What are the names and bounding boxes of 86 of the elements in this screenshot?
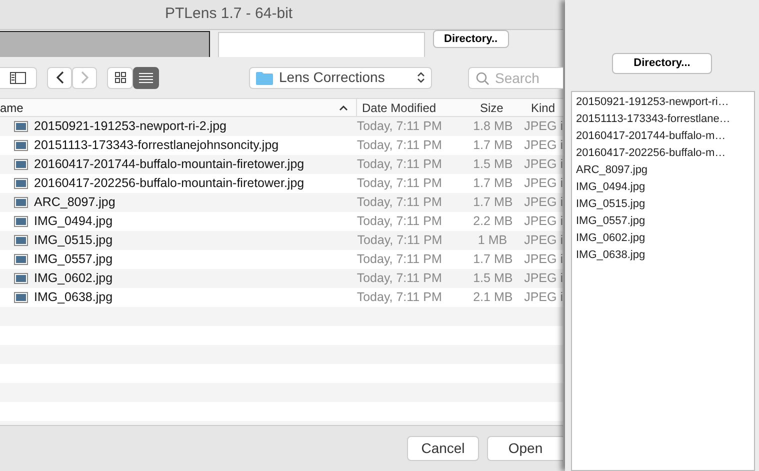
cancel-button[interactable]: Cancel xyxy=(407,436,479,461)
file-kind: JPEG i xyxy=(524,233,564,248)
file-size: 2.2 MB xyxy=(473,214,513,228)
modified-date: Today, 7:11 PM xyxy=(356,157,442,172)
file-size: 1.8 MB xyxy=(473,119,513,134)
file-list-item[interactable]: 20160417-201744-buffalo-m… xyxy=(576,128,750,144)
icon-view-button[interactable] xyxy=(107,66,133,88)
file-size: 1.7 MB xyxy=(473,252,513,266)
modified-date: Today, 7:11 PM xyxy=(357,233,442,248)
folder-icon xyxy=(256,70,273,84)
forward-icon xyxy=(80,71,88,84)
image-file-icon xyxy=(14,216,28,227)
open-button[interactable]: Open xyxy=(487,436,563,461)
file-name[interactable]: IMG_0515.jpg xyxy=(34,231,113,250)
file-list-item[interactable]: IMG_0638.jpg xyxy=(576,246,750,264)
file-size: 1.5 MB xyxy=(473,157,513,172)
file-name[interactable]: IMG_0602.jpg xyxy=(34,269,113,288)
image-file-icon xyxy=(14,254,28,265)
modified-date: Today, 7:11 PM xyxy=(356,195,442,210)
file-size: 1.7 MB xyxy=(473,138,513,152)
column-header[interactable]: Size xyxy=(480,98,504,116)
file-list-item[interactable]: IMG_0515.jpg xyxy=(576,196,750,212)
image-file-icon xyxy=(14,159,28,170)
file-kind: JPEG i xyxy=(524,119,563,134)
file-list[interactable]: 20150921-191253-newport-ri… 20151113-173343-forrestlane… 20160417-201744-buffalo-m… 20160417-202256-buffalo-m… ARC_8097.jpg IMG_0494.jpg IMG_0515.jpg IMG_0557.jpg IMG_0602.jpg IMG_0638.jpg xyxy=(571,90,755,471)
file-size: 1.5 MB xyxy=(473,271,513,286)
file-kind: JPEG i xyxy=(524,214,563,228)
file-list-item[interactable]: 20160417-202256-buffalo-m… xyxy=(576,144,750,162)
file-kind: JPEG i xyxy=(524,252,563,266)
column-header[interactable]: Kind xyxy=(531,98,556,116)
modified-date: Today, 7:11 PM xyxy=(356,252,442,266)
file-kind: JPEG i xyxy=(524,290,563,304)
file-name[interactable]: ARC_8097.jpg xyxy=(34,193,116,212)
modified-date: Today, 7:11 PM xyxy=(356,271,442,286)
image-file-icon xyxy=(14,140,28,151)
file-list-item[interactable]: ARC_8097.jpg xyxy=(576,162,750,178)
sidebar-icon xyxy=(10,72,26,84)
file-kind: JPEG i xyxy=(524,157,563,172)
file-kind: JPEG i xyxy=(524,271,563,286)
list-icon xyxy=(139,72,153,82)
image-file-icon xyxy=(14,273,28,284)
image-file-icon xyxy=(14,292,28,303)
image-file-icon xyxy=(14,197,28,208)
file-list-item[interactable]: 20150921-191253-newport-ri… xyxy=(576,94,750,110)
image-file-icon xyxy=(14,178,28,189)
file-kind: JPEG i xyxy=(524,138,563,152)
file-list-item[interactable]: IMG_0494.jpg xyxy=(576,178,750,196)
file-size: 1.7 MB xyxy=(473,195,513,210)
location-popup[interactable]: Lens Corrections xyxy=(249,66,432,88)
stepper-icon xyxy=(417,71,425,84)
column-header[interactable]: ame xyxy=(0,98,24,116)
search-field[interactable]: Search xyxy=(468,66,563,88)
modified-date: Today, 7:11 PM xyxy=(356,176,442,190)
modified-date: Today, 7:11 PM xyxy=(356,119,442,134)
back-button[interactable] xyxy=(47,66,72,88)
file-name[interactable]: 20150921-191253-newport-ri-2.jpg xyxy=(34,117,226,136)
column-header[interactable]: Date Modified xyxy=(362,98,436,116)
file-name[interactable]: 20160417-202256-buffalo-mountain-firetower.jpg xyxy=(34,174,304,193)
file-list-item[interactable]: IMG_0602.jpg xyxy=(576,230,750,246)
file-name[interactable]: IMG_0494.jpg xyxy=(34,212,113,231)
sidebar-toggle-button[interactable] xyxy=(0,66,37,88)
file-list-item[interactable]: IMG_0557.jpg xyxy=(576,212,750,230)
list-view-button[interactable] xyxy=(133,66,159,88)
path-field[interactable] xyxy=(218,32,425,57)
grid-icon xyxy=(114,72,126,83)
image-file-icon xyxy=(14,121,28,132)
modified-date: Today, 7:11 PM xyxy=(356,290,442,304)
file-size: 1.7 MB xyxy=(473,176,513,190)
file-name[interactable]: IMG_0557.jpg xyxy=(34,250,113,269)
image-file-icon xyxy=(14,235,28,246)
modified-date: Today, 7:11 PM xyxy=(356,214,442,228)
search-icon xyxy=(476,72,489,84)
file-kind: JPEG i xyxy=(524,176,563,190)
file-name[interactable]: 20151113-173343-forrestlanejohnsoncity.jpg xyxy=(34,136,279,155)
back-icon xyxy=(56,71,64,84)
directory-button[interactable]: Directory.. xyxy=(433,30,509,48)
modified-date: Today, 7:11 PM xyxy=(356,138,442,152)
file-list-item[interactable]: 20151113-173343-forrestlane… xyxy=(576,110,750,128)
directory-button[interactable]: Directory... xyxy=(612,53,712,74)
sort-caret-icon[interactable] xyxy=(339,105,348,112)
file-kind: JPEG i xyxy=(524,195,563,210)
file-size: 1 MB xyxy=(478,233,508,248)
file-name[interactable]: 20160417-201744-buffalo-mountain-firetower.jpg xyxy=(34,155,304,174)
window-title: PTLens 1.7 - 64-bit xyxy=(165,4,293,24)
file-name[interactable]: IMG_0638.jpg xyxy=(34,288,113,307)
file-size: 2.1 MB xyxy=(473,290,513,304)
